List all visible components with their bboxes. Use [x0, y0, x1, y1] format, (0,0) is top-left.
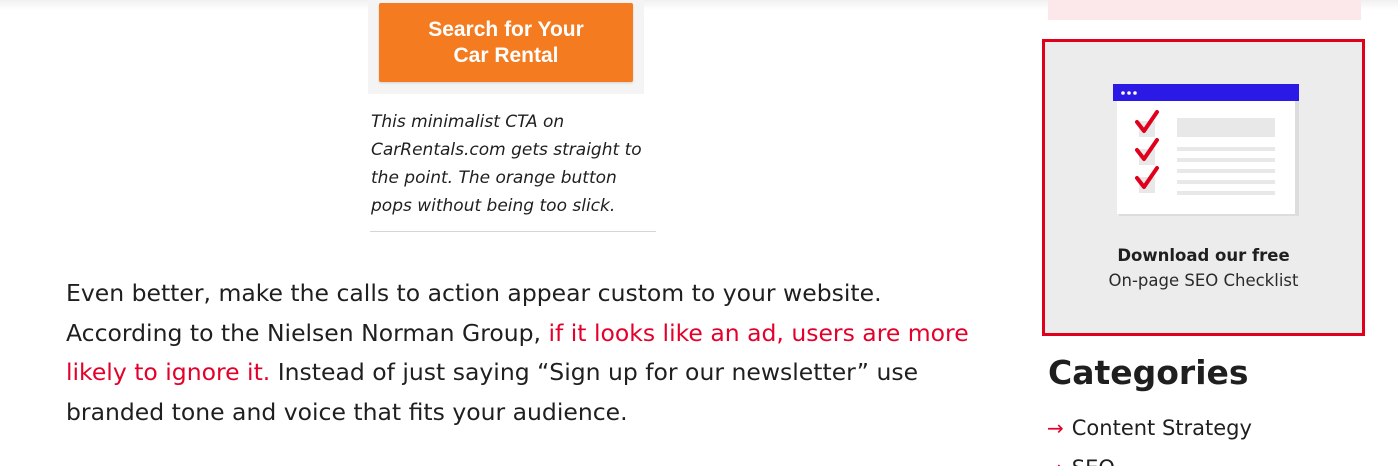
- sidebar-top-banner: [1048, 0, 1361, 20]
- category-seo[interactable]: → SEO: [1047, 456, 1115, 466]
- image-caption: This minimalist CTA on CarRentals.com ge…: [371, 112, 642, 216]
- arrow-right-icon: →: [1047, 456, 1064, 466]
- promo-title: Download our free: [1117, 246, 1290, 265]
- seo-checklist-promo[interactable]: Download our free On-page SEO Checklist: [1042, 39, 1365, 336]
- arrow-right-icon: →: [1047, 416, 1064, 440]
- search-car-rental-button[interactable]: Search for Your Car Rental: [379, 3, 633, 82]
- caption-divider: [370, 231, 656, 232]
- promo-subtitle: On-page SEO Checklist: [1108, 271, 1299, 290]
- category-label: SEO: [1072, 456, 1115, 466]
- article-paragraph: Even better, make the calls to action ap…: [66, 274, 971, 432]
- checklist-illustration-icon: [1113, 84, 1299, 216]
- category-label: Content Strategy: [1071, 416, 1252, 440]
- category-content-strategy[interactable]: → Content Strategy: [1047, 416, 1252, 440]
- categories-heading: Categories: [1048, 353, 1249, 392]
